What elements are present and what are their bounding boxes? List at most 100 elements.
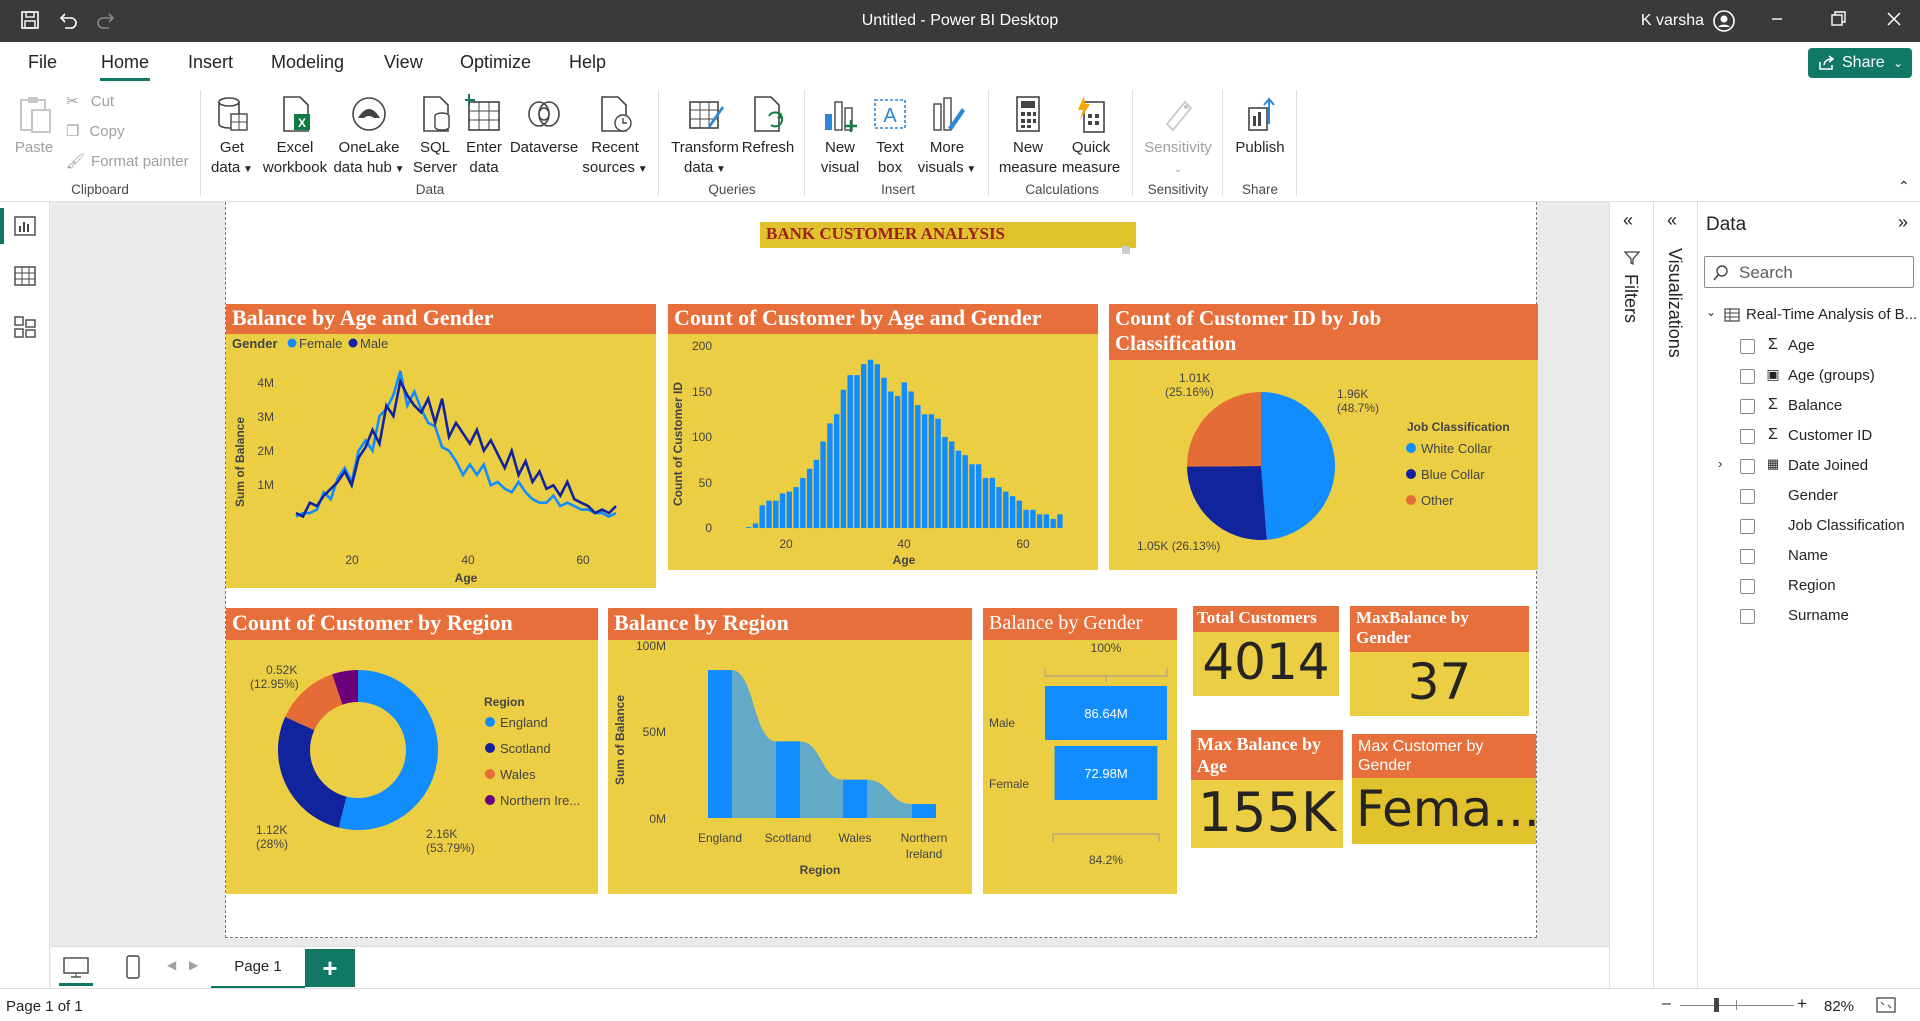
checkbox[interactable] <box>1740 459 1755 474</box>
balance-age-gender-visual[interactable]: Balance by Age and Gender Gender Female … <box>226 304 656 588</box>
bar[interactable] <box>955 450 962 528</box>
onelake-button[interactable]: OneLake data hub ▼ <box>332 94 406 180</box>
report-view-icon[interactable] <box>14 216 36 236</box>
bar[interactable] <box>888 391 894 529</box>
legend-item[interactable]: Wales <box>500 767 536 782</box>
zoom-in-icon[interactable]: + <box>1797 994 1807 1014</box>
menu-help[interactable]: Help <box>569 52 606 73</box>
get-data-button[interactable]: Get data ▼ <box>208 94 256 180</box>
new-measure-button[interactable]: New measure <box>998 94 1058 178</box>
minimize-icon[interactable] <box>1765 9 1789 33</box>
chevron-down-icon[interactable]: ⌄ <box>1706 305 1716 319</box>
bar[interactable] <box>894 396 901 528</box>
legend-item[interactable]: Scotland <box>500 741 551 756</box>
checkbox[interactable] <box>1740 489 1755 504</box>
bar[interactable] <box>793 487 799 529</box>
bar[interactable] <box>1003 491 1009 528</box>
bar[interactable] <box>813 459 820 529</box>
format-painter-button[interactable]: 🖌 Format painter <box>66 152 189 172</box>
funnel-value-male[interactable]: 86.64M <box>1084 706 1127 721</box>
zoom-slider-thumb[interactable] <box>1714 998 1719 1012</box>
bar-northern-ireland[interactable] <box>912 804 936 818</box>
page-tab[interactable]: Page 1 <box>211 947 305 989</box>
bar[interactable] <box>949 441 955 529</box>
collapse-pane-icon[interactable]: » <box>1898 212 1908 233</box>
filters-label[interactable]: Filters <box>1620 274 1641 323</box>
bar[interactable] <box>908 391 914 529</box>
zoom-out-icon[interactable]: – <box>1662 995 1671 1013</box>
area-chart[interactable]: 100M 50M 0M England Scotland Wales North… <box>608 640 972 894</box>
legend-item[interactable]: Northern Ire... <box>500 793 580 808</box>
menu-file[interactable]: File <box>28 52 57 73</box>
zoom-slider[interactable] <box>1680 1005 1794 1006</box>
bar[interactable] <box>820 441 826 529</box>
legend-female[interactable]: Female <box>299 336 342 351</box>
legend-item[interactable]: Other <box>1421 493 1454 508</box>
menu-insert[interactable]: Insert <box>188 52 233 73</box>
bar[interactable] <box>935 418 941 528</box>
bar[interactable] <box>928 414 935 529</box>
bar[interactable] <box>976 464 982 528</box>
funnel-chart[interactable]: 100% 84.2% Male Female 86.64M 72.98M <box>983 640 1177 894</box>
checkbox[interactable] <box>1740 609 1755 624</box>
restore-icon[interactable] <box>1826 9 1850 33</box>
bar[interactable] <box>1030 509 1036 528</box>
bar-scotland[interactable] <box>776 741 800 818</box>
field-gender[interactable]: Gender <box>1740 486 1920 510</box>
field-balance[interactable]: Σ Balance <box>1740 396 1920 420</box>
share-button[interactable]: Share ⌄ <box>1808 48 1912 78</box>
series-line-male[interactable] <box>295 377 617 519</box>
legend-item[interactable]: Blue Collar <box>1421 467 1485 482</box>
legend-male[interactable]: Male <box>360 336 388 351</box>
field-surname[interactable]: Surname <box>1740 606 1920 630</box>
field-job-classification[interactable]: Job Classification <box>1740 516 1920 540</box>
bar[interactable] <box>996 487 1002 529</box>
line-chart[interactable]: Gender Female Male 4M 3M 2M 1M 20 40 60 … <box>226 334 656 588</box>
bar[interactable] <box>881 377 887 528</box>
area-ribbon[interactable] <box>708 670 936 818</box>
filters-pane[interactable]: « Filters <box>1609 202 1653 988</box>
bar[interactable] <box>840 389 847 528</box>
recent-sources-button[interactable]: Recent sources ▼ <box>580 94 650 180</box>
field-name-col[interactable]: Name <box>1740 546 1920 570</box>
excel-workbook-button[interactable]: X Excel workbook <box>262 94 328 178</box>
bar[interactable] <box>1036 514 1043 528</box>
model-view-icon[interactable] <box>14 316 36 338</box>
bar[interactable] <box>962 455 968 528</box>
field-customer-id[interactable]: Σ Customer ID <box>1740 426 1920 450</box>
next-page-icon[interactable]: ▶ <box>189 958 198 972</box>
bar[interactable] <box>766 500 772 528</box>
mobile-layout-icon[interactable] <box>125 955 141 979</box>
bar[interactable] <box>1050 518 1056 528</box>
publish-button[interactable]: Publish <box>1232 94 1288 158</box>
bar[interactable] <box>1057 514 1063 528</box>
menu-modeling[interactable]: Modeling <box>271 52 344 73</box>
collapse-ribbon-icon[interactable]: ⌃ <box>1898 178 1910 195</box>
bar[interactable] <box>901 382 907 528</box>
copy-button[interactable]: ❐ Copy <box>66 122 124 142</box>
visualizations-label[interactable]: Visualizations <box>1664 248 1685 358</box>
balance-gender-visual[interactable]: Balance by Gender 100% 84.2% Male Female… <box>983 608 1177 894</box>
checkbox[interactable] <box>1740 429 1755 444</box>
fit-to-page-icon[interactable] <box>1876 997 1896 1013</box>
quick-measure-button[interactable]: Quick measure <box>1060 94 1122 178</box>
menu-home[interactable]: Home <box>101 52 149 73</box>
zoom-level[interactable]: 82% <box>1824 998 1854 1015</box>
table-node[interactable]: ⌄ Real-Time Analysis of B... <box>1706 305 1918 329</box>
funnel-value-female[interactable]: 72.98M <box>1084 766 1127 781</box>
field-age-groups[interactable]: ▣ Age (groups) <box>1740 366 1920 390</box>
bar[interactable] <box>779 493 786 528</box>
dataverse-button[interactable]: Dataverse <box>508 94 580 158</box>
refresh-button[interactable]: Refresh <box>740 94 796 158</box>
max-customer-gender-card[interactable]: Max Customer by Gender Fema... <box>1352 734 1536 844</box>
pie-slice-blue-collar[interactable] <box>1187 466 1267 540</box>
paste-button[interactable]: Paste <box>12 94 56 158</box>
bar[interactable] <box>1043 514 1050 528</box>
max-balance-gender-card[interactable]: MaxBalance by Gender 37 <box>1350 606 1529 716</box>
checkbox[interactable] <box>1740 399 1755 414</box>
max-balance-age-card[interactable]: Max Balance by Age 155K <box>1191 730 1343 848</box>
bar[interactable] <box>861 364 867 528</box>
text-box-button[interactable]: A Text box <box>866 94 914 178</box>
bar-england[interactable] <box>708 670 732 818</box>
checkbox[interactable] <box>1740 519 1755 534</box>
